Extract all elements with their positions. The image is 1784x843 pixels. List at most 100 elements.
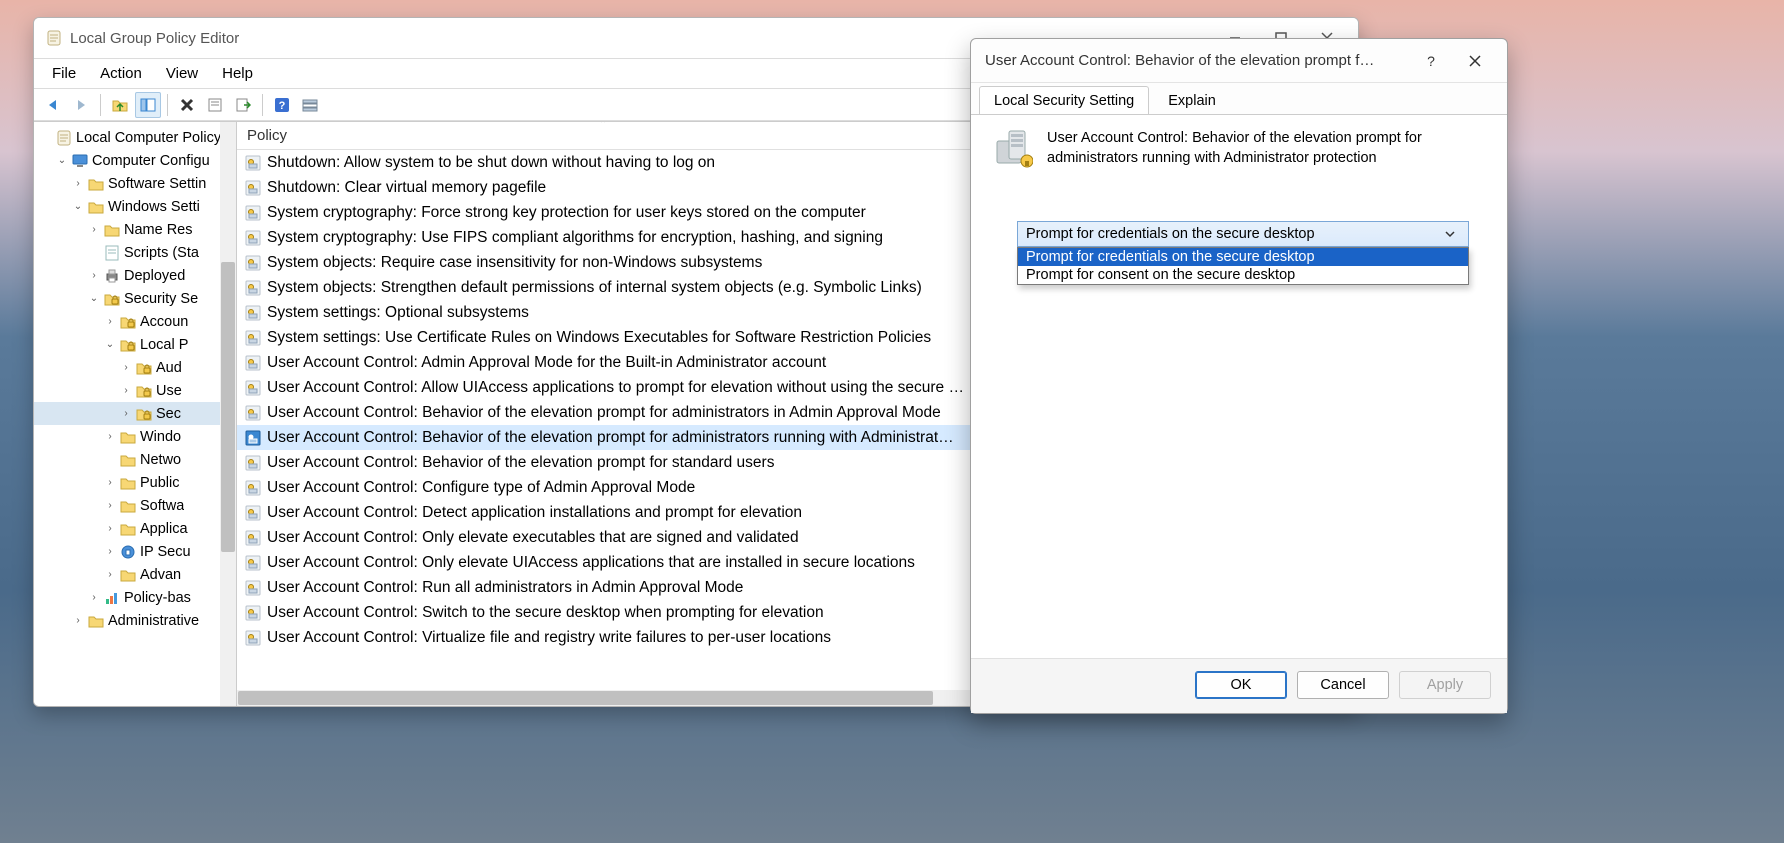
tree-item[interactable]: Local Computer Policy (34, 126, 236, 149)
tree-item[interactable]: Netwo (34, 448, 236, 471)
tree-scrollbar-thumb[interactable] (221, 262, 235, 552)
tree-item-label: Accoun (140, 314, 188, 330)
chevron-right-icon[interactable]: › (72, 178, 84, 189)
lockf-icon (120, 314, 136, 330)
apply-button[interactable]: Apply (1399, 671, 1491, 699)
chevron-right-icon[interactable]: › (104, 477, 116, 488)
menu-action[interactable]: Action (88, 61, 154, 86)
tree-item[interactable]: ⌄Windows Setti (34, 195, 236, 218)
tree-item[interactable]: ›Administrative (34, 609, 236, 632)
app-icon (46, 30, 62, 46)
chevron-right-icon[interactable]: › (104, 431, 116, 442)
pc-icon (72, 153, 88, 169)
chevron-down-icon[interactable]: ⌄ (88, 293, 100, 304)
chevron-right-icon[interactable]: › (104, 500, 116, 511)
tree-item[interactable]: Scripts (Sta (34, 241, 236, 264)
tree-item[interactable]: ›Advan (34, 563, 236, 586)
policy-row-label: User Account Control: Behavior of the el… (267, 429, 954, 447)
chevron-right-icon[interactable]: › (104, 316, 116, 327)
policy-item-icon (245, 455, 261, 471)
policy-item-icon (245, 430, 261, 446)
dialog-close-button[interactable] (1453, 41, 1497, 81)
tree-item[interactable]: ›Public (34, 471, 236, 494)
setting-combo[interactable]: Prompt for credentials on the secure des… (1017, 221, 1469, 285)
up-button[interactable] (107, 92, 133, 118)
tree-item[interactable]: ⌄Local P (34, 333, 236, 356)
show-tree-button[interactable] (135, 92, 161, 118)
policy-row-label: System cryptography: Force strong key pr… (267, 204, 866, 222)
sort-indicator-icon: ⌃ (599, 122, 607, 130)
ipsec-icon (120, 544, 136, 560)
dialog-help-button[interactable]: ? (1409, 41, 1453, 81)
tree-pane: Local Computer Policy⌄Computer Configu›S… (34, 122, 237, 706)
tree-item[interactable]: › Use (34, 379, 236, 402)
tree-item[interactable]: ›IP Secu (34, 540, 236, 563)
tree-item[interactable]: ›Sec (34, 402, 236, 425)
tree-item-label: Name Res (124, 222, 193, 238)
policy-item-icon (245, 480, 261, 496)
cancel-button[interactable]: Cancel (1297, 671, 1389, 699)
policy-row-label: System objects: Strengthen default permi… (267, 279, 922, 297)
tree-item[interactable]: › Name Res (34, 218, 236, 241)
chevron-down-icon[interactable]: ⌄ (104, 339, 116, 350)
setting-combo-box[interactable]: Prompt for credentials on the secure des… (1017, 221, 1469, 247)
tab-local-security-setting[interactable]: Local Security Setting (979, 86, 1149, 115)
chevron-right-icon[interactable]: › (104, 523, 116, 534)
tree-item[interactable]: ›Applica (34, 517, 236, 540)
folder-icon (120, 567, 136, 583)
policy-item-icon (245, 205, 261, 221)
filter-button[interactable] (297, 92, 323, 118)
policy-icon (991, 129, 1033, 171)
policy-row-label: User Account Control: Switch to the secu… (267, 604, 824, 622)
forward-button[interactable] (68, 92, 94, 118)
chevron-right-icon[interactable]: › (120, 385, 132, 396)
tree-item[interactable]: ›Software Settin (34, 172, 236, 195)
tree-item[interactable]: › Accoun (34, 310, 236, 333)
chevron-right-icon[interactable]: › (72, 615, 84, 626)
setting-combo-list[interactable]: Prompt for credentials on the secure des… (1017, 247, 1469, 285)
chevron-right-icon[interactable]: › (88, 592, 100, 603)
chevron-right-icon[interactable]: › (104, 546, 116, 557)
help-button[interactable]: ? (269, 92, 295, 118)
chevron-right-icon[interactable]: › (88, 224, 100, 235)
menu-help[interactable]: Help (210, 61, 265, 86)
tab-explain[interactable]: Explain (1153, 86, 1231, 115)
chevron-right-icon[interactable]: › (120, 408, 132, 419)
tree-item[interactable]: ⌄Security Se (34, 287, 236, 310)
policy-row-label: User Account Control: Only elevate execu… (267, 529, 799, 547)
folder-icon (120, 498, 136, 514)
properties-dialog: User Account Control: Behavior of the el… (970, 38, 1508, 714)
tree-item-label: Use (156, 383, 182, 399)
tree-scrollbar[interactable] (220, 122, 236, 706)
export-button[interactable] (230, 92, 256, 118)
policy-item-icon (245, 330, 261, 346)
tree-item[interactable]: ›Policy-bas (34, 586, 236, 609)
combo-option[interactable]: Prompt for credentials on the secure des… (1018, 248, 1468, 266)
chevron-down-icon[interactable]: ⌄ (72, 201, 84, 212)
dialog-titlebar[interactable]: User Account Control: Behavior of the el… (971, 39, 1507, 83)
svg-text:?: ? (1427, 54, 1435, 68)
tree-item[interactable]: ›Windo (34, 425, 236, 448)
combo-option[interactable]: Prompt for consent on the secure desktop (1018, 266, 1468, 284)
tree-item[interactable]: ›Aud (34, 356, 236, 379)
properties-button[interactable] (202, 92, 228, 118)
delete-button[interactable] (174, 92, 200, 118)
menu-file[interactable]: File (40, 61, 88, 86)
chevron-right-icon[interactable]: › (120, 362, 132, 373)
tree-item[interactable]: ⌄Computer Configu (34, 149, 236, 172)
back-button[interactable] (40, 92, 66, 118)
chevron-right-icon[interactable]: › (88, 270, 100, 281)
policy-row-label: User Account Control: Virtualize file an… (267, 629, 831, 647)
list-hscrollbar-thumb[interactable] (238, 691, 933, 705)
chevron-right-icon[interactable]: › (104, 569, 116, 580)
tree-item[interactable]: ›Softwa (34, 494, 236, 517)
lockf-icon (136, 383, 152, 399)
policy-item-icon (245, 155, 261, 171)
ok-button[interactable]: OK (1195, 671, 1287, 699)
chevron-down-icon[interactable]: ⌄ (56, 155, 68, 166)
chevron-down-icon (1440, 229, 1460, 239)
tree-item[interactable]: ›Deployed (34, 264, 236, 287)
policy-row-label: User Account Control: Run all administra… (267, 579, 743, 597)
menu-view[interactable]: View (154, 61, 210, 86)
dialog-tabs: Local Security Setting Explain (971, 83, 1507, 114)
